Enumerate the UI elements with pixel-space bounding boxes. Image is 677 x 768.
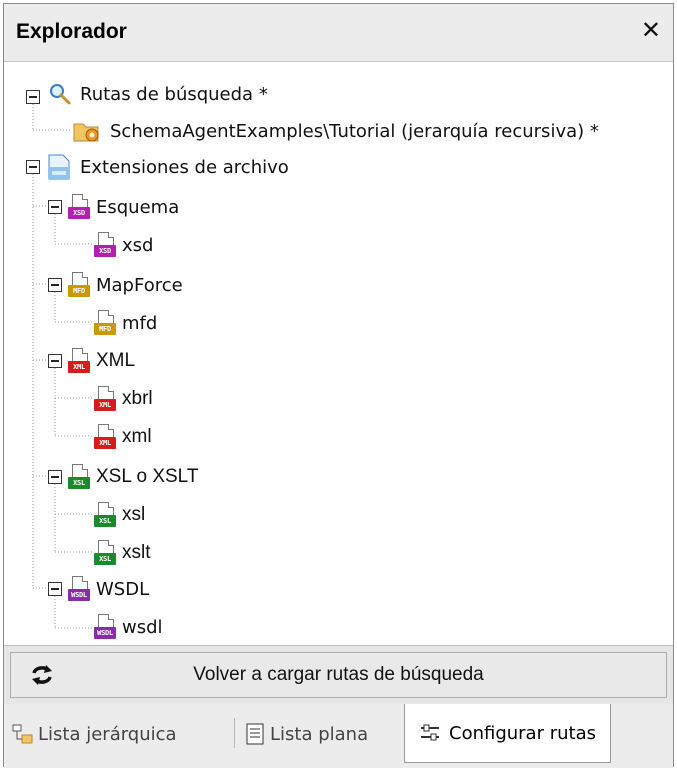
extension-label: xml [122, 426, 152, 447]
group-label: XML [96, 350, 136, 371]
group-expander[interactable] [48, 470, 62, 484]
reload-button-label: Volver a cargar rutas de búsqueda [193, 664, 484, 685]
tab-label: Lista jerárquica [38, 723, 177, 745]
tree-extension-item[interactable]: XSL xslt [94, 536, 151, 570]
tree-extension-item[interactable]: XML xml [94, 420, 152, 454]
group-label: Esquema [96, 196, 180, 218]
tree-extension-item[interactable]: WSDL wsdl [94, 610, 163, 644]
folder-gear-icon [73, 123, 99, 142]
document-list-icon [246, 723, 264, 745]
tree-extension-item[interactable]: XSL xsl [94, 498, 145, 532]
tab-bar: Lista jerárquica Lista plana Configurar … [4, 704, 673, 768]
tree-extension-item[interactable]: XSD xsd [94, 228, 153, 262]
search-paths-label: Rutas de búsqueda * [80, 83, 268, 105]
sliders-icon [421, 724, 439, 741]
path-tree: Rutas de búsqueda * SchemaAgentExamples\… [4, 62, 673, 639]
group-expander[interactable] [48, 200, 62, 214]
reload-bar: Volver a cargar rutas de búsqueda [4, 645, 673, 705]
wsdl-file-icon: WSDL [94, 614, 116, 640]
mfd-file-icon: MFD [68, 272, 90, 298]
tree-group-item[interactable]: XSD Esquema [68, 190, 179, 224]
xsl-file-icon: XSL [94, 540, 116, 566]
extension-label: xslt [122, 542, 151, 563]
tree-extension-item[interactable]: XML xbrl [94, 382, 153, 416]
tab-hierarchical-list[interactable]: Lista jerárquica [12, 710, 177, 758]
group-expander[interactable] [48, 582, 62, 596]
panel-title: Explorador [16, 20, 127, 43]
xsd-file-icon: XSD [94, 232, 116, 258]
mfd-file-icon: MFD [94, 310, 116, 336]
tab-label: Configurar rutas [449, 722, 596, 744]
file-extensions-expander[interactable] [26, 160, 40, 174]
tree-extension-item[interactable]: MFD mfd [94, 306, 157, 340]
tab-configure-paths[interactable]: Configurar rutas [404, 704, 611, 763]
extension-label: xbrl [122, 388, 153, 409]
xsl-file-icon: XSL [68, 464, 90, 490]
xsl-file-icon: XSL [94, 502, 116, 528]
title-bar: Explorador ✕ [4, 4, 673, 62]
xml-file-icon: XML [68, 348, 90, 374]
group-label: XSL o XSLT [96, 466, 199, 487]
search-icon [50, 84, 71, 105]
file-extensions-icon [48, 154, 70, 180]
file-extensions-label: Extensiones de archivo [80, 156, 289, 178]
xml-file-icon: XML [94, 424, 116, 450]
xml-file-icon: XML [94, 386, 116, 412]
search-path-entry-label: SchemaAgentExamples\Tutorial (jerarquía … [110, 120, 599, 142]
tree-group-item[interactable]: XML XML [68, 344, 135, 378]
wsdl-file-icon: WSDL [68, 576, 90, 602]
tab-flat-list[interactable]: Lista plana [244, 710, 368, 758]
tree-item-search-path-entry[interactable]: SchemaAgentExamples\Tutorial (jerarquía … [72, 114, 599, 148]
tree-item-file-extensions[interactable]: Extensiones de archivo [46, 150, 289, 184]
group-label: WSDL [96, 578, 150, 600]
extension-label: xsl [122, 504, 146, 525]
extension-label: wsdl [122, 616, 163, 638]
tree-group-item[interactable]: XSL XSL o XSLT [68, 460, 198, 494]
group-label: MapForce [96, 274, 183, 296]
tree-item-search-paths[interactable]: Rutas de búsqueda * [48, 77, 268, 111]
search-paths-expander[interactable] [26, 90, 40, 104]
xsd-file-icon: XSD [68, 194, 90, 220]
extension-label: mfd [122, 312, 158, 334]
hierarchy-icon [12, 724, 33, 744]
close-icon[interactable]: ✕ [641, 16, 661, 44]
tree-group-item[interactable]: MFD MapForce [68, 268, 183, 302]
explorer-panel: Explorador ✕ Rutas de búsqueda * SchemaA… [3, 3, 674, 768]
reload-search-paths-button[interactable]: Volver a cargar rutas de búsqueda [10, 652, 667, 698]
group-expander[interactable] [48, 354, 62, 368]
extension-label: xsd [122, 234, 154, 256]
tree-group-item[interactable]: WSDL WSDL [68, 572, 149, 606]
tab-separator [234, 718, 235, 748]
group-expander[interactable] [48, 278, 62, 292]
tab-label: Lista plana [270, 723, 369, 745]
